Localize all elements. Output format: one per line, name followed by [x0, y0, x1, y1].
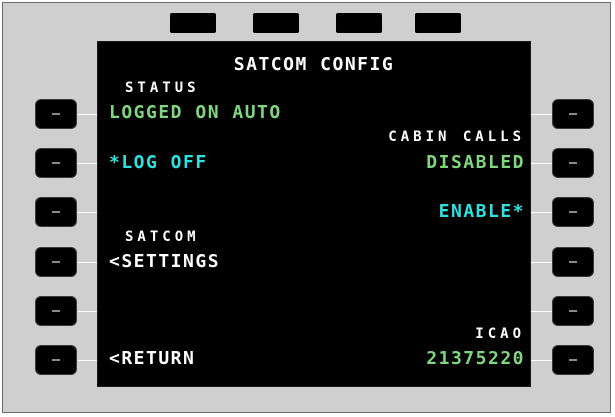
- annunciator-slot-2: [253, 13, 299, 33]
- lsk-6l-button[interactable]: [36, 346, 76, 374]
- status-value: LOGGED ON AUTO: [109, 102, 282, 123]
- lsk-tick-5l: [78, 311, 98, 312]
- lsk-3r-button[interactable]: [553, 198, 593, 226]
- settings-option[interactable]: <SETTINGS: [109, 253, 220, 271]
- icao-value: 21375220: [426, 348, 525, 369]
- return-option[interactable]: <RETURN: [109, 350, 195, 368]
- status-header: STATUS: [125, 80, 200, 96]
- cdu-display: SATCOM CONFIG STATUS LOGGED ON AUTO CABI…: [97, 41, 531, 387]
- log-off-option[interactable]: *LOG OFF: [109, 154, 208, 172]
- lsk-1r-button[interactable]: [553, 100, 593, 128]
- lsk-tick-2l: [78, 163, 98, 164]
- lsk-tick-5r: [530, 311, 552, 312]
- lsk-tick-2r: [530, 163, 552, 164]
- lsk-tick-4r: [530, 262, 552, 263]
- page-title: SATCOM CONFIG: [233, 54, 395, 75]
- lsk-tick-6l: [78, 360, 98, 361]
- lsk-tick-1l: [78, 114, 98, 115]
- lsk-4r-button[interactable]: [553, 248, 593, 276]
- annunciator-slot-4: [415, 13, 461, 33]
- lsk-2l-button[interactable]: [36, 149, 76, 177]
- lsk-tick-4l: [78, 262, 98, 263]
- enable-option[interactable]: ENABLE*: [439, 203, 525, 221]
- lsk-4l-button[interactable]: [36, 248, 76, 276]
- annunciator-slot-1: [170, 13, 216, 33]
- lsk-tick-1r: [530, 114, 552, 115]
- lsk-3l-button[interactable]: [36, 198, 76, 226]
- cabin-calls-header: CABIN CALLS: [388, 129, 525, 145]
- lsk-5r-button[interactable]: [553, 297, 593, 325]
- lsk-tick-3r: [530, 212, 552, 213]
- lsk-tick-3l: [78, 212, 98, 213]
- lsk-5l-button[interactable]: [36, 297, 76, 325]
- lsk-2r-button[interactable]: [553, 149, 593, 177]
- satcom-header: SATCOM: [125, 229, 200, 245]
- lsk-6r-button[interactable]: [553, 346, 593, 374]
- lsk-1l-button[interactable]: [36, 100, 76, 128]
- lsk-tick-6r: [530, 360, 552, 361]
- annunciator-slot-3: [336, 13, 382, 33]
- cabin-calls-value: DISABLED: [426, 152, 525, 173]
- icao-header: ICAO: [475, 326, 525, 342]
